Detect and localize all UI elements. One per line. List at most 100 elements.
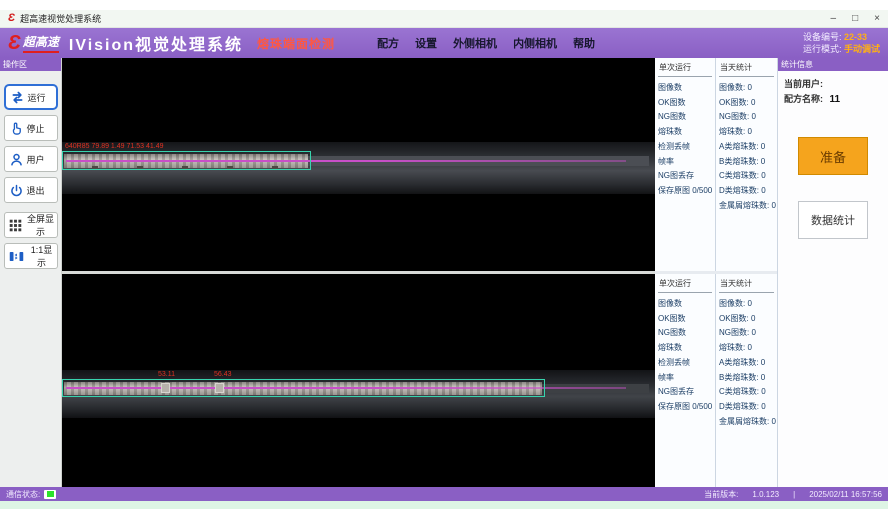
stat-row: 金属屑熔珠数: 0 [719,415,777,430]
defect-measurement: 56.43 [214,371,232,379]
stat-row: NG图数: 0 [719,110,777,125]
stat-row: 图像数 [658,297,715,312]
outer-camera-view: 640R85 79.89 1.49 71.53 41.49 [62,58,655,271]
comm-status-led [44,490,56,499]
stat-row: 图像数: 0 [719,297,777,312]
current-user-label: 当前用户: [784,79,823,89]
version-value: 1.0.123 [752,490,779,499]
stat-row: 检测丢帧 [658,356,715,371]
stop-hand-icon [9,121,24,136]
minimize-button[interactable]: – [831,14,837,24]
defect-marker [215,383,224,393]
device-id-value: 22-33 [844,32,867,42]
stat-row: B类熔珠数: 0 [719,371,777,386]
stat-row: 图像数: 0 [719,81,777,96]
brand-logo-icon: Ɛ [8,33,21,53]
stat-row: 图像数 [658,81,715,96]
stop-button[interactable]: 停止 [4,115,58,141]
stat-row: 保存原图 0/500 [658,184,715,199]
datetime-value: 2025/02/11 16:57:56 [809,490,882,499]
statusbar-separator: | [793,490,795,499]
stat-row: NG图数: 0 [719,326,777,341]
prepare-button[interactable]: 准备 [798,137,868,175]
power-icon [9,183,24,198]
stat-row: 金属屑熔珠数: 0 [719,199,777,214]
stat-row: A类熔珠数: 0 [719,140,777,155]
run-mode-value: 手动调试 [844,44,880,54]
app-title: IVision视觉处理系统 [69,31,243,55]
stat-row: A类熔珠数: 0 [719,356,777,371]
stat-row: B类熔珠数: 0 [719,155,777,170]
stat-row: OK图数: 0 [719,312,777,327]
stat-row: OK图数 [658,96,715,111]
titlebar: Ɛ 超高速视觉处理系统 – □ × [0,10,888,28]
exit-label: 退出 [27,184,45,197]
operations-sidebar: 操作区 运行 停止 [0,58,62,487]
brand-name: 超高速 [23,33,59,53]
close-button[interactable]: × [874,14,880,24]
stat-row: 保存原图 0/500 [658,400,715,415]
run-cycle-icon [10,90,25,105]
version-label: 当前版本: [704,489,738,500]
fullscreen-grid-icon [9,219,22,232]
stat-row: NG图丢存 [658,385,715,400]
one-to-one-label: 1:1显示 [27,243,57,269]
single-run-title: 单次运行 [658,276,712,293]
status-bar: 通信状态: 当前版本: 1.0.123 | 2025/02/11 16:57:5… [0,487,888,501]
menu-settings[interactable]: 设置 [415,35,437,51]
stop-label: 停止 [27,122,45,135]
stat-row: 帧率 [658,371,715,386]
window-title: 超高速视觉处理系统 [20,12,101,25]
maximize-button[interactable]: □ [852,14,858,24]
stat-row: D类熔珠数: 0 [719,184,777,199]
menu-outer-camera[interactable]: 外侧相机 [453,35,497,51]
stat-row: OK图数 [658,312,715,327]
statistics-panel: 单次运行 图像数 OK图数 NG图数 熔珠数 检测丢帧 帧率 NG图丢存 保存原… [655,58,778,487]
fullscreen-button[interactable]: 全屏显示 [4,212,58,238]
run-button[interactable]: 运行 [4,84,58,110]
app-window: Ɛ 超高速视觉处理系统 – □ × Ɛ 超高速 IVision视觉处理系统 熔珠… [0,10,888,509]
measurement-annotation: 640R85 79.89 1.49 71.53 41.49 [65,143,163,151]
stat-row: NG图数 [658,326,715,341]
stat-row: OK图数: 0 [719,96,777,111]
stat-row: D类熔珠数: 0 [719,400,777,415]
today-stats-title: 当天统计 [719,276,774,293]
menu-inner-camera[interactable]: 内侧相机 [513,35,557,51]
info-panel: 统计信息 当前用户: 配方名称: 11 准备 数据统计 [778,58,888,487]
stat-row: 熔珠数 [658,125,715,140]
one-to-one-button[interactable]: 1:1显示 [4,243,58,269]
info-panel-title: 统计信息 [778,58,888,71]
user-label: 用户 [27,153,45,166]
recipe-name-label: 配方名称: [784,94,823,104]
inner-camera-view: 53.11 56.43 [62,274,655,487]
stat-row: C类熔珠数: 0 [719,385,777,400]
stats-group-inner: 单次运行 图像数 OK图数 NG图数 熔珠数 检测丢帧 帧率 NG图丢存 保存原… [655,274,777,487]
stats-group-outer: 单次运行 图像数 OK图数 NG图数 熔珠数 检测丢帧 帧率 NG图丢存 保存原… [655,58,777,271]
device-id-label: 设备编号: [803,32,842,42]
user-icon [9,152,24,167]
data-statistics-button[interactable]: 数据统计 [798,201,868,239]
defect-marker [161,383,170,393]
one-to-one-icon [9,250,24,263]
fullscreen-label: 全屏显示 [25,212,57,238]
defect-measurement: 53.11 [158,371,175,379]
app-logo-icon: Ɛ [8,13,15,24]
menu-recipe[interactable]: 配方 [377,35,399,51]
user-button[interactable]: 用户 [4,146,58,172]
stat-row: 熔珠数: 0 [719,341,777,356]
today-stats-title: 当天统计 [719,60,774,77]
device-info: 设备编号: 22-33 运行模式: 手动调试 [803,31,880,55]
bottom-strip [0,501,888,509]
stat-row: 帧率 [658,155,715,170]
menu-help[interactable]: 帮助 [573,35,595,51]
run-label: 运行 [28,91,46,104]
stat-row: 熔珠数: 0 [719,125,777,140]
camera-viewports: 640R85 79.89 1.49 71.53 41.49 53.11 56.4… [62,58,655,487]
main-menu: 配方 设置 外侧相机 内侧相机 帮助 [377,35,595,51]
app-header: Ɛ 超高速 IVision视觉处理系统 熔珠端面检测 配方 设置 外侧相机 内侧… [0,28,888,58]
exit-button[interactable]: 退出 [4,177,58,203]
stat-row: C类熔珠数: 0 [719,169,777,184]
run-mode-label: 运行模式: [803,44,842,54]
stat-row: 检测丢帧 [658,140,715,155]
recipe-name-value: 11 [830,94,841,105]
